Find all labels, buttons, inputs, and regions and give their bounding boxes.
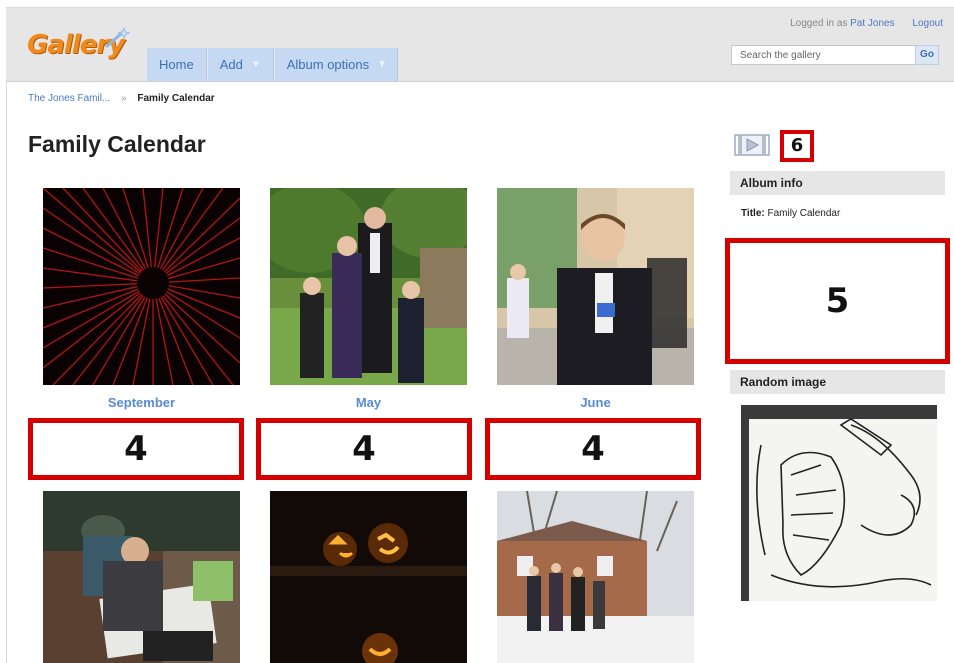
nav-home-label: Home — [159, 57, 194, 72]
family-in-snow-image — [497, 491, 694, 663]
annotation-box-album-info: 5 — [725, 238, 950, 364]
nav-add-label: Add — [219, 57, 243, 72]
album-info-title-label: Title: — [741, 208, 765, 219]
nav-album-options[interactable]: Album options ▼ — [274, 48, 399, 81]
album-caption-september[interactable]: September — [43, 395, 240, 410]
annotation-box-september: 4 — [28, 418, 244, 480]
chevron-down-icon: ▼ — [250, 59, 261, 70]
search-placeholder: Search the gallery — [740, 50, 821, 61]
album-thumbnail-halloween[interactable] — [270, 491, 467, 663]
album-info-heading: Album info — [730, 171, 945, 195]
header: Gallery Home Add ▼ Album options ▼ Logge… — [6, 7, 954, 82]
people-drawing-photo-image — [43, 491, 240, 663]
album-info-title-row: Title: Family Calendar — [741, 208, 840, 219]
main-nav: Home Add ▼ Album options ▼ — [147, 48, 399, 81]
nav-album-options-label: Album options — [286, 57, 370, 72]
breadcrumb-separator: » — [121, 93, 127, 104]
logged-in-prefix: Logged in as — [790, 18, 848, 29]
family-photo-image — [270, 188, 467, 385]
starburst-image — [43, 188, 240, 385]
search-input[interactable]: Search the gallery — [731, 45, 917, 65]
gallery-logo[interactable]: Gallery — [27, 26, 137, 70]
album-thumbnail-drawing-class[interactable] — [43, 491, 240, 663]
logo-sparkle-icon — [105, 26, 131, 48]
page-title: Family Calendar — [28, 131, 206, 157]
user-name-link[interactable]: Pat Jones — [850, 18, 894, 29]
login-status: Logged in as Pat Jones Logout — [790, 18, 943, 29]
album-thumbnail-may[interactable] — [270, 188, 467, 385]
album-thumbnail-snow[interactable] — [497, 491, 694, 663]
nav-home[interactable]: Home — [147, 48, 207, 81]
annotation-number-slideshow: 6 — [784, 134, 810, 158]
annotation-box-slideshow: 6 — [780, 130, 814, 162]
album-caption-may[interactable]: May — [270, 395, 467, 410]
album-thumbnail-june[interactable] — [497, 188, 694, 385]
random-image-thumbnail[interactable] — [741, 405, 937, 601]
sketch-drawing-image — [741, 405, 937, 601]
breadcrumb: The Jones Famil... » Family Calendar — [28, 93, 215, 104]
annotation-box-may: 4 — [256, 418, 472, 480]
album-info-title-value: Family Calendar — [767, 208, 841, 219]
album-thumbnail-september[interactable] — [43, 188, 240, 385]
jack-o-lantern-image — [270, 491, 467, 663]
page-left-border — [6, 80, 7, 663]
breadcrumb-parent-link[interactable]: The Jones Famil... — [28, 93, 110, 104]
go-button[interactable]: Go — [915, 45, 939, 65]
breadcrumb-current: Family Calendar — [137, 93, 215, 104]
album-caption-june[interactable]: June — [497, 395, 694, 410]
nav-add[interactable]: Add ▼ — [207, 48, 274, 81]
chevron-down-icon: ▼ — [377, 59, 388, 70]
random-image-heading: Random image — [730, 370, 945, 394]
logout-link[interactable]: Logout — [912, 18, 943, 29]
slideshow-icon[interactable] — [734, 133, 770, 157]
boy-photo-image — [497, 188, 694, 385]
annotation-box-june: 4 — [485, 418, 701, 480]
